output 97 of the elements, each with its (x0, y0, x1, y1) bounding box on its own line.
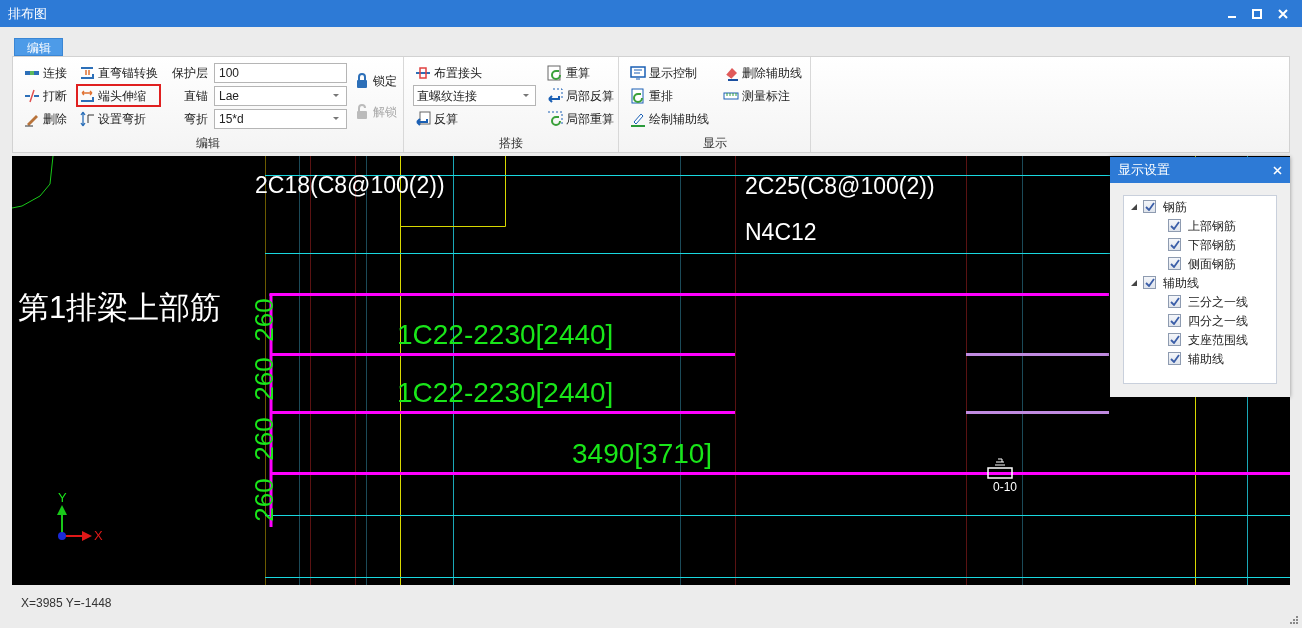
window-title: 排布图 (8, 4, 47, 23)
bend-icon (79, 110, 95, 127)
checkbox[interactable] (1168, 219, 1181, 232)
group-label: 编辑 (196, 135, 220, 152)
checkbox[interactable] (1143, 200, 1156, 213)
dimension-text: 260 (251, 297, 277, 344)
rebar-icon (79, 64, 95, 81)
checkbox[interactable] (1168, 352, 1181, 365)
monitor-icon (630, 64, 646, 81)
ribbon-button[interactable]: 删除 (22, 108, 69, 129)
joint-icon (415, 64, 431, 81)
caret-icon (332, 116, 340, 121)
check-icon (1144, 278, 1155, 287)
marker-icon (987, 458, 1013, 479)
check-icon (1169, 259, 1180, 268)
axis-label: Y (58, 491, 67, 504)
check-icon (1169, 221, 1180, 230)
tree-item[interactable]: 下部钢筋 (1188, 235, 1236, 254)
ribbon-button[interactable]: 绘制辅助线 (628, 108, 711, 129)
field-label: 保护层 (171, 64, 208, 82)
field-label: 直锚 (183, 87, 208, 105)
ribbon-button[interactable]: 测量标注 (721, 85, 804, 106)
refresh-icon (547, 64, 563, 81)
dropdown[interactable]: 15*d (214, 108, 347, 129)
tree-item[interactable]: 辅助线 (1188, 349, 1224, 368)
break-icon (24, 87, 40, 104)
dropdown[interactable]: 直螺纹连接 (413, 85, 536, 106)
tree-item[interactable]: 钢筋 (1163, 197, 1187, 216)
panel-title: 显示设置 (1118, 161, 1170, 180)
ribbon-button[interactable]: 布置接头 (413, 62, 536, 83)
tree-item[interactable]: 侧面钢筋 (1188, 254, 1236, 273)
ribbon-button[interactable]: 锁定 (352, 70, 399, 91)
tree-item[interactable]: 四分之一线 (1188, 311, 1248, 330)
maximize-icon (1252, 8, 1262, 19)
reverse-icon (415, 110, 431, 127)
check-icon (1169, 335, 1180, 344)
axis-label: X (94, 529, 103, 542)
axis-arrow-drawing (57, 505, 92, 541)
dimension-text: 260 (251, 356, 277, 403)
ribbon-button[interactable]: 端头伸缩 (77, 85, 160, 106)
resize-grip-icon (1289, 615, 1299, 625)
ribbon-button[interactable]: 局部重算 (545, 108, 616, 129)
reverse-icon (547, 87, 563, 104)
rebar-note: N4C12 (745, 221, 817, 244)
tree-item[interactable]: 三分之一线 (1188, 292, 1248, 311)
arc-line (12, 156, 54, 209)
refresh-icon (630, 87, 646, 104)
unlock-icon (354, 103, 370, 120)
tree-item[interactable]: 支座范围线 (1188, 330, 1248, 349)
field-label: 弯折 (183, 110, 208, 128)
lock-icon (354, 72, 370, 89)
close-icon (1278, 8, 1288, 19)
rebar-label: 3490[3710] (572, 440, 713, 468)
beam-title: 第1排梁上部筋 (18, 292, 222, 323)
check-icon (1144, 202, 1155, 211)
checkbox[interactable] (1143, 276, 1156, 289)
marker-label: 0-10 (993, 481, 1018, 493)
ribbon-button[interactable]: 打断 (22, 85, 69, 106)
tree-item[interactable]: 辅助线 (1163, 273, 1199, 292)
rebar-note: 2C25(C8@100(2)) (745, 175, 935, 198)
check-icon (1169, 240, 1180, 249)
expand-toggle[interactable] (1131, 279, 1138, 286)
check-icon (1169, 316, 1180, 325)
checkbox[interactable] (1168, 333, 1181, 346)
ribbon-button[interactable]: 直弯锚转换 (77, 62, 160, 83)
dimension-text: 260 (251, 477, 277, 524)
ribbon-button[interactable]: 删除辅助线 (721, 62, 804, 83)
checkbox[interactable] (1168, 295, 1181, 308)
close-button[interactable] (1273, 165, 1282, 175)
ribbon-button[interactable]: 重排 (628, 85, 711, 106)
connector-icon (25, 70, 39, 75)
group-label: 搭接 (499, 135, 523, 152)
caret-icon (522, 93, 530, 98)
triangle-icon (1131, 279, 1137, 286)
ribbon-button[interactable]: 连接 (22, 62, 69, 83)
refresh-icon (547, 110, 563, 127)
ribbon-button[interactable]: 显示控制 (628, 62, 711, 83)
checkbox[interactable] (1168, 257, 1181, 270)
ribbon-button[interactable]: 设置弯折 (77, 108, 160, 129)
ribbon-button[interactable]: 局部反算 (545, 85, 616, 106)
status-text: X=3985 Y=-1448 (21, 595, 112, 612)
group-label: 显示 (702, 135, 727, 152)
minimize-icon (1228, 15, 1236, 18)
input-field[interactable]: 100 (214, 62, 347, 83)
dropdown[interactable]: Lae (214, 85, 347, 106)
ribbon-button[interactable]: 反算 (413, 108, 536, 129)
close-icon (1273, 165, 1282, 175)
check-icon (1169, 354, 1180, 363)
expand-toggle[interactable] (1131, 203, 1138, 210)
check-icon (1169, 297, 1180, 306)
tree-item[interactable]: 上部钢筋 (1188, 216, 1236, 235)
ribbon-button[interactable]: 重算 (545, 62, 616, 83)
caret-icon (332, 93, 340, 98)
checkbox[interactable] (1168, 238, 1181, 251)
triangle-icon (1131, 203, 1137, 210)
checkbox[interactable] (1168, 314, 1181, 327)
dimension-text: 260 (251, 416, 277, 463)
